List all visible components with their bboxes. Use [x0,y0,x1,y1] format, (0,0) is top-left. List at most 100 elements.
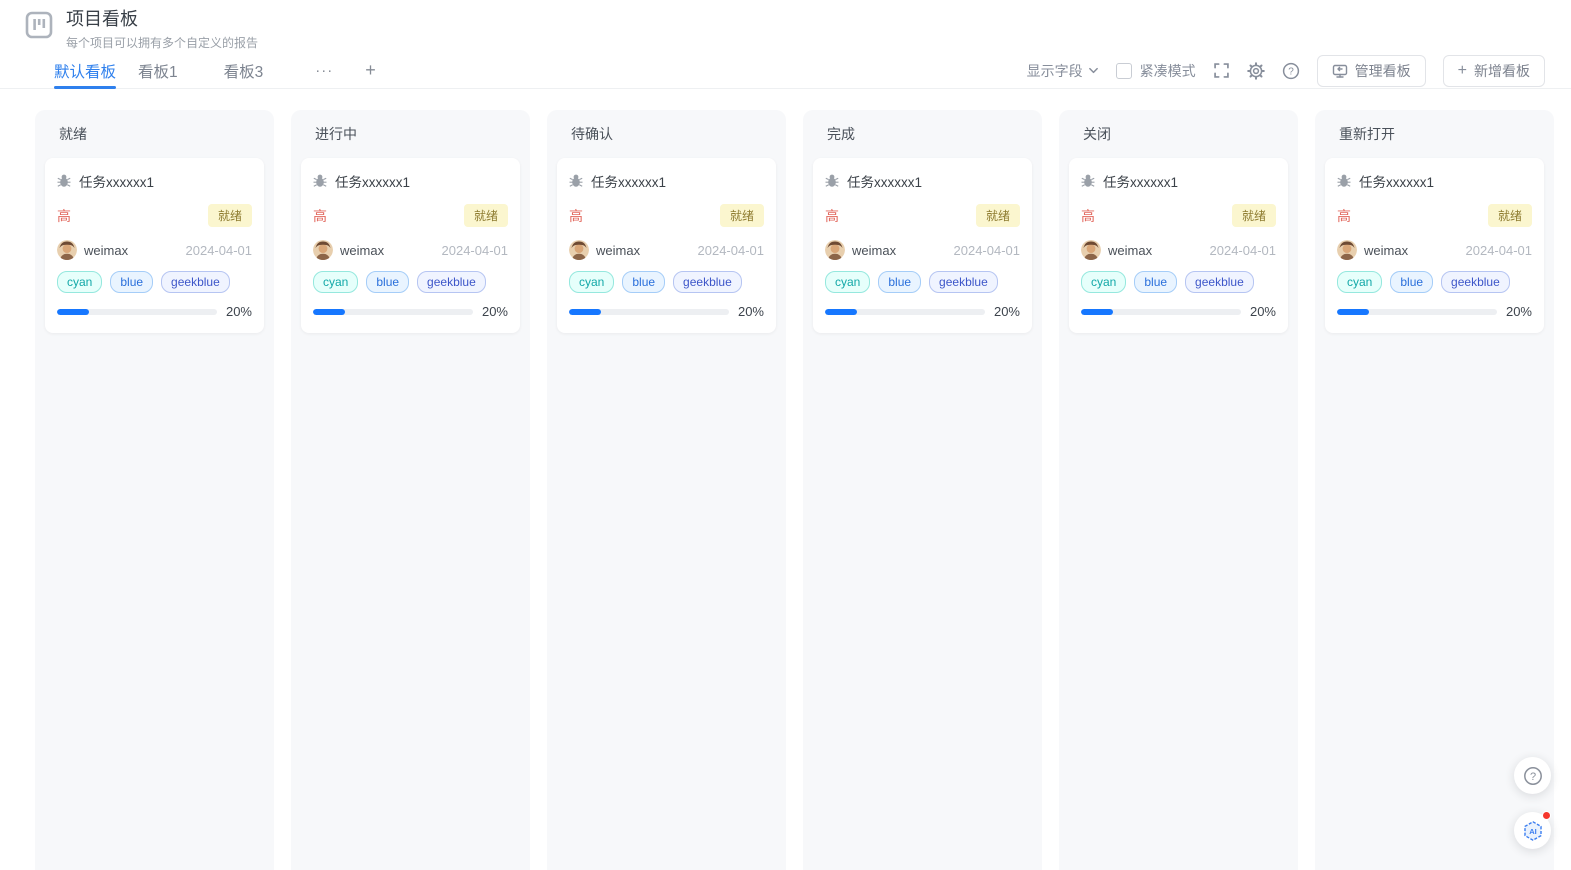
column-title: 待确认 [557,123,776,158]
manage-board-button[interactable]: 管理看板 [1317,55,1426,87]
tab-board-3[interactable]: 看板3 [224,53,264,88]
tabs-add-button[interactable]: + [365,53,376,88]
avatar [569,240,589,260]
bug-icon [313,174,327,188]
page-title: 项目看板 [66,8,258,31]
help-circle-icon[interactable]: ? [1282,62,1300,80]
progress-label: 20% [482,304,508,319]
kanban-column-ready: 就绪 任务xxxxxx1 高 就绪 weimax 2024-04-01 cyan… [35,110,274,870]
assignee-name: weimax [1364,243,1408,258]
task-title: 任务xxxxxx1 [591,171,666,191]
status-badge: 就绪 [1232,204,1276,227]
task-title: 任务xxxxxx1 [79,171,154,191]
page-subtitle: 每个项目可以拥有多个自定义的报告 [66,34,258,51]
tag-cyan: cyan [1337,271,1382,293]
avatar [57,240,77,260]
board-toolbar: 显示字段 紧凑模式 [1027,55,1545,87]
bug-icon [57,174,71,188]
task-card[interactable]: 任务xxxxxx1 高 就绪 weimax 2024-04-01 cyan bl… [557,158,776,333]
column-title: 关闭 [1069,123,1288,158]
manage-board-icon [1332,63,1348,79]
progress-bar [313,309,473,315]
title-block: 项目看板 每个项目可以拥有多个自定义的报告 [66,8,258,51]
due-date: 2024-04-01 [698,243,765,258]
manage-board-label: 管理看板 [1355,61,1411,81]
assignee-name: weimax [596,243,640,258]
bug-icon [1337,174,1351,188]
tag-blue: blue [1390,271,1433,293]
tag-geekblue: geekblue [1441,271,1510,293]
tag-geekblue: geekblue [1185,271,1254,293]
status-badge: 就绪 [720,204,764,227]
display-fields-dropdown[interactable]: 显示字段 [1027,61,1099,81]
task-card[interactable]: 任务xxxxxx1 高 就绪 weimax 2024-04-01 cyan bl… [301,158,520,333]
task-title: 任务xxxxxx1 [847,171,922,191]
assignee-name: weimax [852,243,896,258]
column-title: 就绪 [45,123,264,158]
compact-mode-label: 紧凑模式 [1140,61,1196,81]
progress-fill [1081,309,1113,315]
board-tabs: 默认看板 看板1 看板3 ··· + [54,53,376,88]
settings-gear-icon[interactable] [1247,62,1265,80]
progress-bar [57,309,217,315]
new-board-button[interactable]: + 新增看板 [1443,55,1545,87]
task-card[interactable]: 任务xxxxxx1 高 就绪 weimax 2024-04-01 cyan bl… [813,158,1032,333]
compact-mode-toggle[interactable]: 紧凑模式 [1116,61,1196,81]
progress-label: 20% [994,304,1020,319]
tag-blue: blue [110,271,153,293]
progress-fill [313,309,345,315]
avatar [1337,240,1357,260]
column-title: 进行中 [301,123,520,158]
tab-default-board[interactable]: 默认看板 [54,53,116,88]
task-card[interactable]: 任务xxxxxx1 高 就绪 weimax 2024-04-01 cyan bl… [1325,158,1544,333]
kanban-column-done: 完成 任务xxxxxx1 高 就绪 weimax 2024-04-01 cyan… [803,110,1042,870]
progress-fill [569,309,601,315]
app-header: 项目看板 每个项目可以拥有多个自定义的报告 [0,0,1571,51]
kanban-column-pending-confirm: 待确认 任务xxxxxx1 高 就绪 weimax 2024-04-01 cya… [547,110,786,870]
notification-dot [1542,811,1551,820]
tabs-more-button[interactable]: ··· [315,53,333,88]
bug-icon [1081,174,1095,188]
avatar [313,240,333,260]
progress-bar [825,309,985,315]
progress-fill [1337,309,1369,315]
tab-board-1[interactable]: 看板1 [138,53,178,88]
tag-blue: blue [622,271,665,293]
kanban-column-in-progress: 进行中 任务xxxxxx1 高 就绪 weimax 2024-04-01 cya… [291,110,530,870]
task-title: 任务xxxxxx1 [1103,171,1178,191]
task-card[interactable]: 任务xxxxxx1 高 就绪 weimax 2024-04-01 cyan bl… [1069,158,1288,333]
status-badge: 就绪 [464,204,508,227]
progress-fill [57,309,89,315]
svg-text:?: ? [1288,66,1294,77]
kanban-column-reopened: 重新打开 任务xxxxxx1 高 就绪 weimax 2024-04-01 cy… [1315,110,1554,870]
tag-blue: blue [878,271,921,293]
tab-row: 默认看板 看板1 看板3 ··· + 显示字段 紧凑模式 [0,53,1571,89]
status-badge: 就绪 [208,204,252,227]
floating-help-button[interactable]: ? [1514,757,1551,794]
chevron-down-icon [1088,65,1099,76]
task-card[interactable]: 任务xxxxxx1 高 就绪 weimax 2024-04-01 cyan bl… [45,158,264,333]
tag-cyan: cyan [57,271,102,293]
progress-label: 20% [226,304,252,319]
priority-label: 高 [1337,206,1351,226]
priority-label: 高 [57,206,71,226]
fullscreen-icon[interactable] [1213,62,1230,79]
status-badge: 就绪 [1488,204,1532,227]
priority-label: 高 [825,206,839,226]
column-title: 重新打开 [1325,123,1544,158]
bug-icon [569,174,583,188]
due-date: 2024-04-01 [954,243,1021,258]
floating-ai-assistant-button[interactable]: AI [1514,812,1551,849]
compact-mode-checkbox[interactable] [1116,63,1132,79]
progress-label: 20% [1250,304,1276,319]
priority-label: 高 [313,206,327,226]
kanban-board-icon [24,10,54,40]
svg-text:AI: AI [1529,827,1537,836]
due-date: 2024-04-01 [186,243,253,258]
tag-blue: blue [1134,271,1177,293]
tag-geekblue: geekblue [161,271,230,293]
due-date: 2024-04-01 [442,243,509,258]
display-fields-label: 显示字段 [1027,61,1083,81]
column-title: 完成 [813,123,1032,158]
avatar [1081,240,1101,260]
